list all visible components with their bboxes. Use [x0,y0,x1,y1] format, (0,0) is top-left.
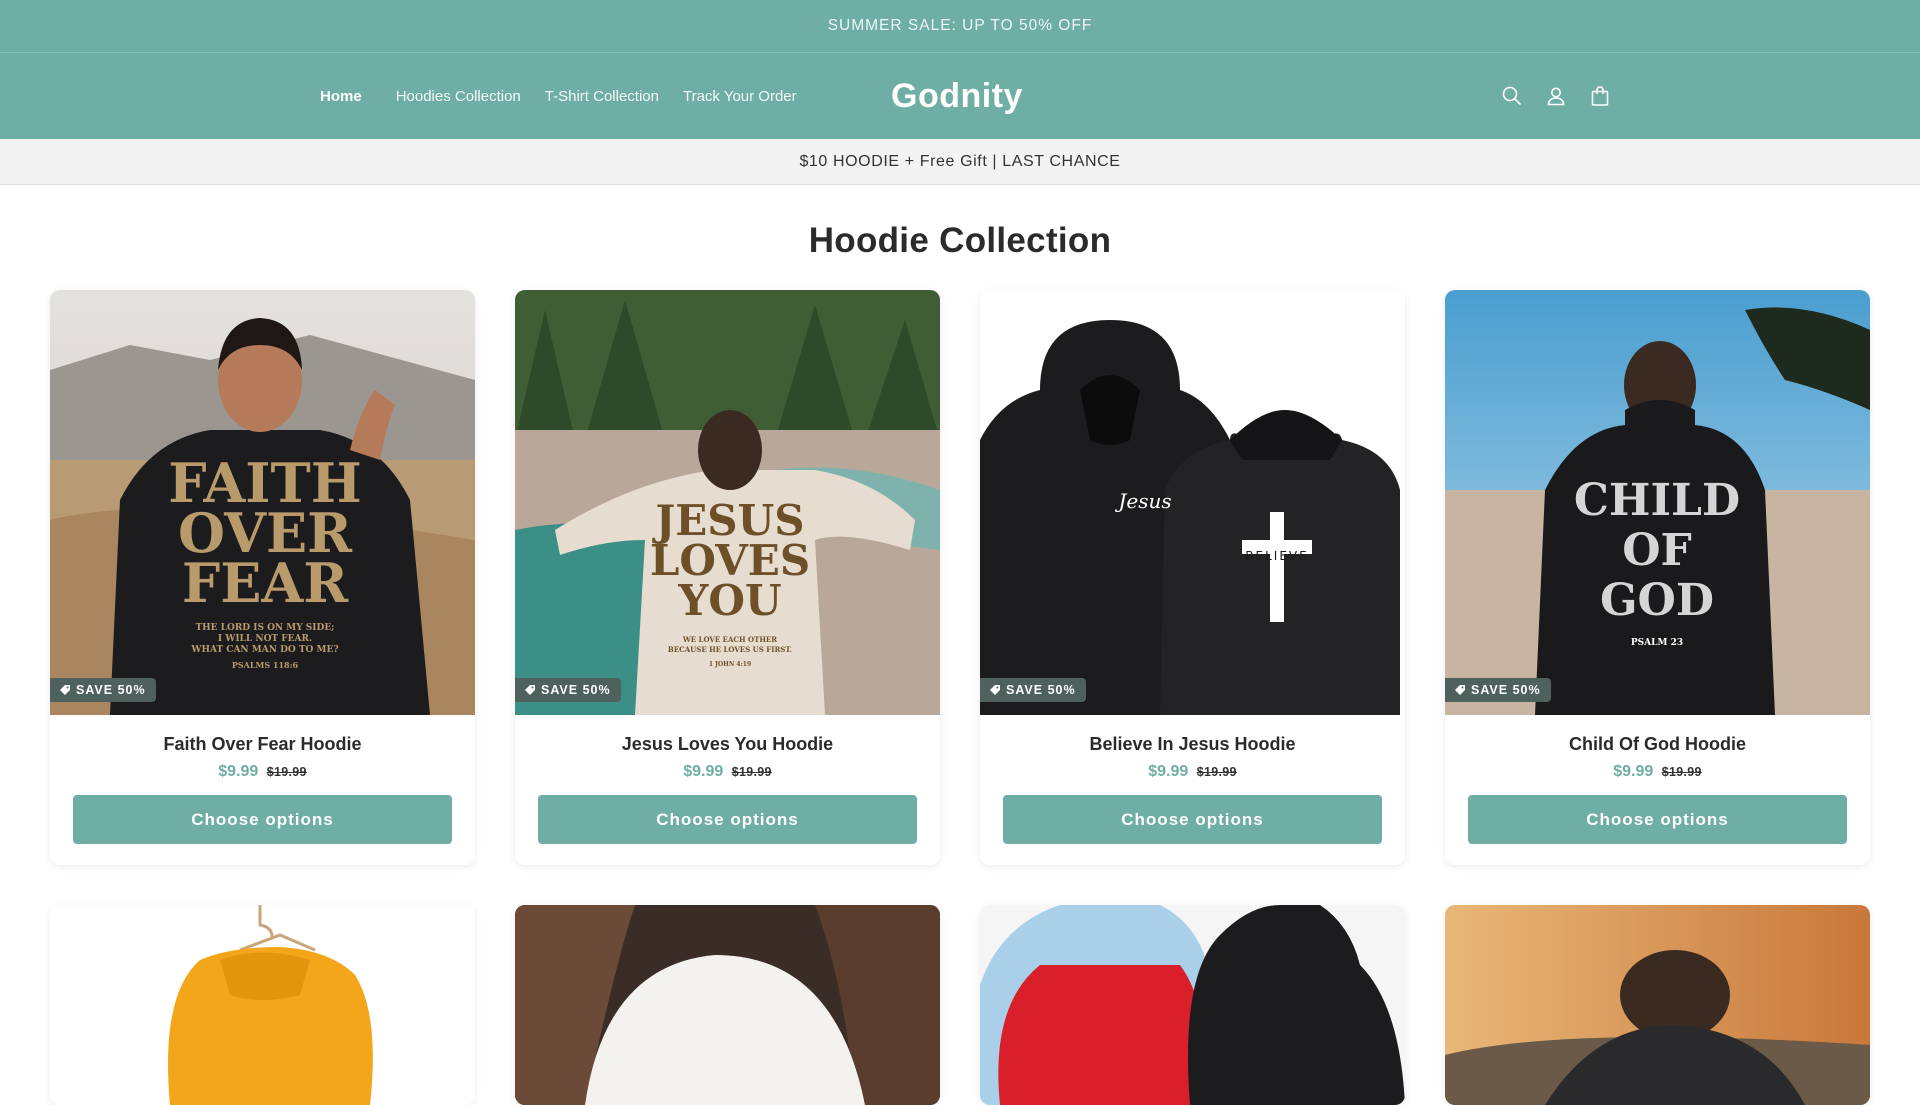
product-image[interactable] [1445,905,1870,1105]
svg-text:OF: OF [1622,525,1692,576]
compare-price: $19.99 [1196,765,1237,779]
product-card[interactable]: CHILD OF GOD PSALM 23 SAVE 50% Child Of … [1445,290,1870,865]
choose-options-button[interactable]: Choose options [538,795,917,844]
svg-text:PSALMS 118:6: PSALMS 118:6 [232,660,299,670]
tag-icon [990,685,1000,695]
product-image[interactable]: Jesus BELIEVE SAVE 50% [980,290,1405,715]
product-image[interactable]: CHILD OF GOD PSALM 23 SAVE 50% [1445,290,1870,715]
svg-text:THE LORD IS ON MY SIDE;: THE LORD IS ON MY SIDE; [195,623,334,633]
announcement-text: SUMMER SALE: UP TO 50% OFF [827,17,1093,34]
account-icon[interactable] [1544,84,1568,108]
product-image[interactable]: FAITH OVER FEAR THE LORD IS ON MY SIDE; … [50,290,475,715]
promo-text: $10 HOODIE + Free Gift | LAST CHANCE [799,152,1121,170]
tag-icon [60,685,70,695]
svg-text:1 JOHN 4:19: 1 JOHN 4:19 [709,661,751,668]
sale-price: $9.99 [1148,763,1189,780]
product-title[interactable]: Child Of God Hoodie [1445,734,1870,755]
sale-price: $9.99 [683,763,724,780]
save-badge: SAVE 50% [515,678,621,702]
product-price: $9.99 $19.99 [1445,763,1870,781]
product-image[interactable] [980,905,1405,1105]
nav-home[interactable]: Home [320,88,362,105]
svg-text:CHILD: CHILD [1574,475,1740,526]
search-icon[interactable] [1500,84,1524,108]
product-card[interactable]: FAITH OVER FEAR THE LORD IS ON MY SIDE; … [50,290,475,865]
product-title[interactable]: Jesus Loves You Hoodie [515,734,940,755]
product-price: $9.99 $19.99 [515,763,940,781]
save-badge: SAVE 50% [980,678,1086,702]
compare-price: $19.99 [1661,765,1702,779]
product-card[interactable]: JESUS LOVES YOU WE LOVE EACH OTHER BECAU… [515,290,940,865]
product-title[interactable]: Believe In Jesus Hoodie [980,734,1405,755]
svg-text:I WILL NOT FEAR.: I WILL NOT FEAR. [218,634,312,644]
product-image[interactable] [50,905,475,1105]
nav-tshirt-collection[interactable]: T-Shirt Collection [545,88,659,105]
main-nav: Home Hoodies Collection T-Shirt Collecti… [320,53,797,139]
nav-track-order[interactable]: Track Your Order [683,88,797,105]
promo-bar[interactable]: $10 HOODIE + Free Gift | LAST CHANCE [0,139,1920,185]
product-card[interactable] [980,905,1405,1105]
sale-price: $9.99 [1613,763,1654,780]
product-grid: FAITH OVER FEAR THE LORD IS ON MY SIDE; … [50,290,1870,1105]
svg-text:Jesus: Jesus [1114,489,1171,513]
svg-text:FEAR: FEAR [182,551,349,615]
brand-logo[interactable]: Godnity [0,53,1920,139]
svg-text:BECAUSE HE LOVES US FIRST.: BECAUSE HE LOVES US FIRST. [668,645,792,654]
product-card[interactable] [515,905,940,1105]
svg-text:BELIEVE: BELIEVE [1245,549,1308,563]
choose-options-button[interactable]: Choose options [73,795,452,844]
svg-text:GOD: GOD [1600,575,1714,626]
product-title[interactable]: Faith Over Fear Hoodie [50,734,475,755]
product-price: $9.99 $19.99 [980,763,1405,781]
choose-options-button[interactable]: Choose options [1468,795,1847,844]
announcement-bar: SUMMER SALE: UP TO 50% OFF [0,0,1920,53]
product-price: $9.99 $19.99 [50,763,475,781]
section-title: Hoodie Collection [808,221,1112,260]
header-icons [1500,53,1612,139]
svg-text:WHAT CAN MAN DO TO ME?: WHAT CAN MAN DO TO ME? [190,645,338,655]
product-image[interactable]: JESUS LOVES YOU WE LOVE EACH OTHER BECAU… [515,290,940,715]
sale-price: $9.99 [218,763,259,780]
svg-text:WE LOVE EACH OTHER: WE LOVE EACH OTHER [682,635,777,644]
product-card[interactable] [50,905,475,1105]
site-header: Home Hoodies Collection T-Shirt Collecti… [0,53,1920,139]
choose-options-button[interactable]: Choose options [1003,795,1382,844]
product-image[interactable] [515,905,940,1105]
compare-price: $19.99 [266,765,307,779]
nav-hoodies-collection[interactable]: Hoodies Collection [396,88,521,105]
product-card[interactable]: Jesus BELIEVE SAVE 50% Believe In Jesus … [980,290,1405,865]
product-card[interactable] [1445,905,1870,1105]
svg-text:PSALM 23: PSALM 23 [1631,638,1683,648]
compare-price: $19.99 [731,765,772,779]
svg-text:YOU: YOU [677,576,781,625]
save-badge: SAVE 50% [1445,678,1551,702]
save-badge: SAVE 50% [50,678,156,702]
tag-icon [1455,685,1465,695]
cart-icon[interactable] [1588,84,1612,108]
tag-icon [525,685,535,695]
